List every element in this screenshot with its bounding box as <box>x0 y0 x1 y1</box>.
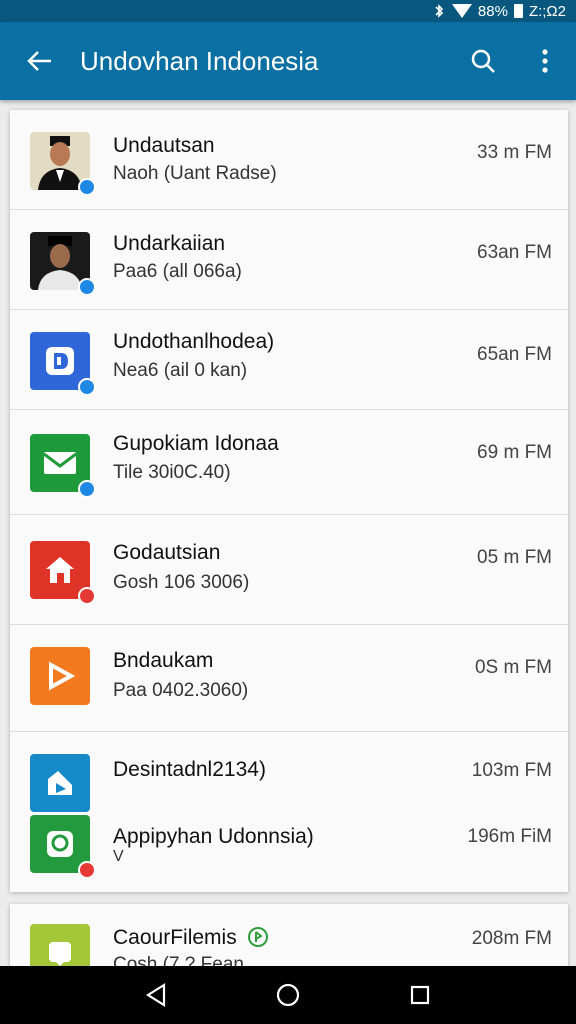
green-mail-icon <box>43 452 77 474</box>
avatar <box>30 332 96 396</box>
message-preview: Naoh (Uant Radse) <box>113 163 277 184</box>
overflow-menu-button[interactable] <box>514 22 576 100</box>
list-item[interactable]: Godautsian Gosh 106 3006) 05 m FM <box>10 515 568 625</box>
battery-percent: 88% <box>477 2 508 20</box>
contact-name: Undothanlhodea) <box>113 330 275 353</box>
list-item[interactable]: Undarkaiian Paa6 (all 066a) 63an FM <box>10 210 568 310</box>
list-item[interactable]: Undothanlhodea) Nea6 (ail 0 kan) 65an FM <box>10 310 568 410</box>
nav-back-button[interactable] <box>126 966 186 1024</box>
clock: Z:;Ω2 <box>528 2 566 20</box>
status-badge <box>78 378 96 396</box>
list-item[interactable]: Undautsan Naoh (Uant Radse) 33 m FM <box>10 110 568 210</box>
status-bar: 88% Z:;Ω2 <box>0 0 576 22</box>
list-item[interactable]: Bndaukam Paa 0402.3060) 0S m FM <box>10 625 568 732</box>
message-preview: Paa 0402.3060) <box>113 680 249 701</box>
avatar <box>30 541 96 605</box>
arrow-back-icon <box>27 51 51 71</box>
avatar <box>30 232 96 296</box>
search-button[interactable] <box>452 22 514 100</box>
orange-play-icon <box>49 661 75 691</box>
nav-home-icon <box>276 983 300 1007</box>
lime-app-icon <box>49 942 71 966</box>
list-item[interactable]: Gupokiam Idonaa Tile 30i0C.40) 69 m FM <box>10 410 568 515</box>
avatar <box>30 647 90 705</box>
timestamp: 63an FM <box>477 242 552 263</box>
contact-name: Appipyhan Udonnsia) <box>113 825 314 848</box>
list-item[interactable]: Desintadnl2134) 103m FM Appipyhan Udonns… <box>10 732 568 892</box>
wifi-icon <box>451 4 472 18</box>
nav-recents-button[interactable] <box>390 966 450 1024</box>
message-preview: V <box>113 848 124 865</box>
avatar <box>30 815 96 879</box>
avatar <box>30 132 96 196</box>
status-badge <box>78 861 96 879</box>
page-title: Undovhan Indonesia <box>80 45 319 76</box>
contact-name: Undautsan <box>113 134 215 157</box>
timestamp: 05 m FM <box>477 547 552 568</box>
status-badge <box>78 278 96 296</box>
timestamp: 208m FM <box>471 928 552 949</box>
message-preview: Gosh 106 3006) <box>113 572 250 593</box>
avatar <box>30 754 90 812</box>
more-vert-icon <box>542 49 548 73</box>
contact-name: Bndaukam <box>113 649 214 672</box>
blue-image-icon <box>48 771 72 795</box>
contact-name: CaourFilemis <box>113 926 269 950</box>
nav-back-icon <box>145 983 166 1007</box>
status-badge <box>78 178 96 196</box>
red-home-icon <box>46 557 74 583</box>
contact-name: Gupokiam Idonaa <box>113 432 279 455</box>
nav-recents-icon <box>410 985 430 1005</box>
contact-name-text: CaourFilemis <box>113 926 237 949</box>
contact-name: Godautsian <box>113 541 221 564</box>
timestamp: 0S m FM <box>474 657 552 678</box>
contact-name: Undarkaiian <box>113 232 226 255</box>
status-badge <box>78 480 96 498</box>
avatar <box>30 434 96 498</box>
bluetooth-icon <box>432 4 446 18</box>
app-bar: Undovhan Indonesia <box>0 22 576 100</box>
message-preview: Nea6 (ail 0 kan) <box>113 360 248 381</box>
timestamp: 33 m FM <box>477 142 552 163</box>
message-preview: Paa6 (all 066a) <box>113 261 242 282</box>
system-nav-bar <box>0 966 576 1024</box>
timestamp: 69 m FM <box>477 442 552 463</box>
message-preview: Tile 30i0C.40) <box>113 462 231 483</box>
status-badge <box>78 587 96 605</box>
nav-home-button[interactable] <box>258 966 318 1024</box>
timestamp: 65an FM <box>477 344 552 365</box>
contact-name: Desintadnl2134) <box>113 758 266 781</box>
conversation-list: Undautsan Naoh (Uant Radse) 33 m FM Unda… <box>10 110 568 892</box>
search-icon <box>471 49 495 73</box>
timestamp: 103m FM <box>471 760 552 781</box>
verified-icon <box>247 927 268 947</box>
green-app-icon <box>47 831 73 857</box>
timestamp: 196m FiM <box>467 826 552 847</box>
battery-icon <box>513 4 523 18</box>
back-button[interactable] <box>0 22 80 100</box>
blue-app-icon <box>46 347 74 375</box>
